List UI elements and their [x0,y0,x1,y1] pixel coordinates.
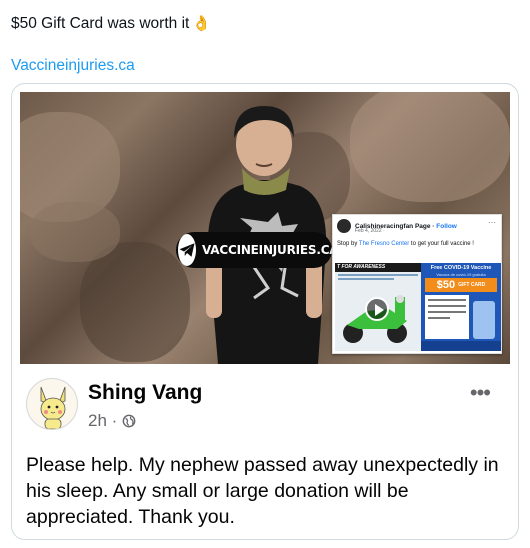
facebook-post-screenshot: Calishineracingfan Page · Follow Feb 4, … [332,214,502,354]
play-icon [365,297,389,321]
inset-date: Feb 4, 2022 · [355,228,385,234]
flyer-footer [421,341,501,351]
flyer-offer: $50 GIFT CARD [425,278,497,292]
flyer-title: Free COVID-19 Vaccine [430,265,492,271]
flyer-subtitle: Vacuna de covid-19 gratuita [436,272,486,277]
person-figure [206,106,327,364]
tweet-text: $50 Gift Card was worth it 👌 [11,14,211,33]
flyer-banner: T FOR AWARENESS [335,263,421,272]
embedded-facebook-card[interactable]: VACCINEINJURIES.CA Calishineracingfan Pa… [11,83,519,540]
rock-texture [30,202,120,262]
post-timestamp: 2h · [88,411,136,431]
author-name[interactable]: Shing Vang [88,381,202,405]
flyer-amount: $50 [436,279,456,291]
watermark-badge: VACCINEINJURIES.CA [176,232,339,268]
globe-icon [122,414,136,428]
flyer-details-box [425,295,469,339]
inset-caption: Stop by The Fresno Center to get your fu… [337,241,474,247]
vaccine-vial-image [473,301,495,339]
inset-media: T FOR AWARENESS Free COVID-19 Vaccine Va… [335,263,501,351]
avatar[interactable] [26,378,78,430]
rock-texture [80,242,190,362]
post-photo[interactable]: VACCINEINJURIES.CA Calishineracingfan Pa… [20,92,510,364]
vaccine-flyer: Free COVID-19 Vaccine Vacuna de covid-19… [421,263,501,351]
tweet-text-content: $50 Gift Card was worth it [11,15,190,32]
pikachu-avatar-icon [40,386,66,429]
rock-texture [350,92,510,202]
telegram-icon [178,234,196,266]
watermark-text: VACCINEINJURIES.CA [202,243,339,257]
post-time[interactable]: 2h · [88,411,117,431]
flyer-video: T FOR AWARENESS [335,263,421,351]
inset-follow-link: Follow [436,222,457,230]
page-avatar [337,219,351,233]
flyer-offer-label: GIFT CARD [458,281,486,288]
ok-hand-emoji: 👌 [192,15,212,32]
tweet-link[interactable]: Vaccineinjuries.ca [11,57,135,75]
flyer-text-lines [338,274,418,282]
inset-more-icon: ··· [488,218,496,227]
more-options-icon[interactable]: ••• [470,380,491,406]
post-body: Please help. My nephew passed away unexp… [26,454,499,528]
